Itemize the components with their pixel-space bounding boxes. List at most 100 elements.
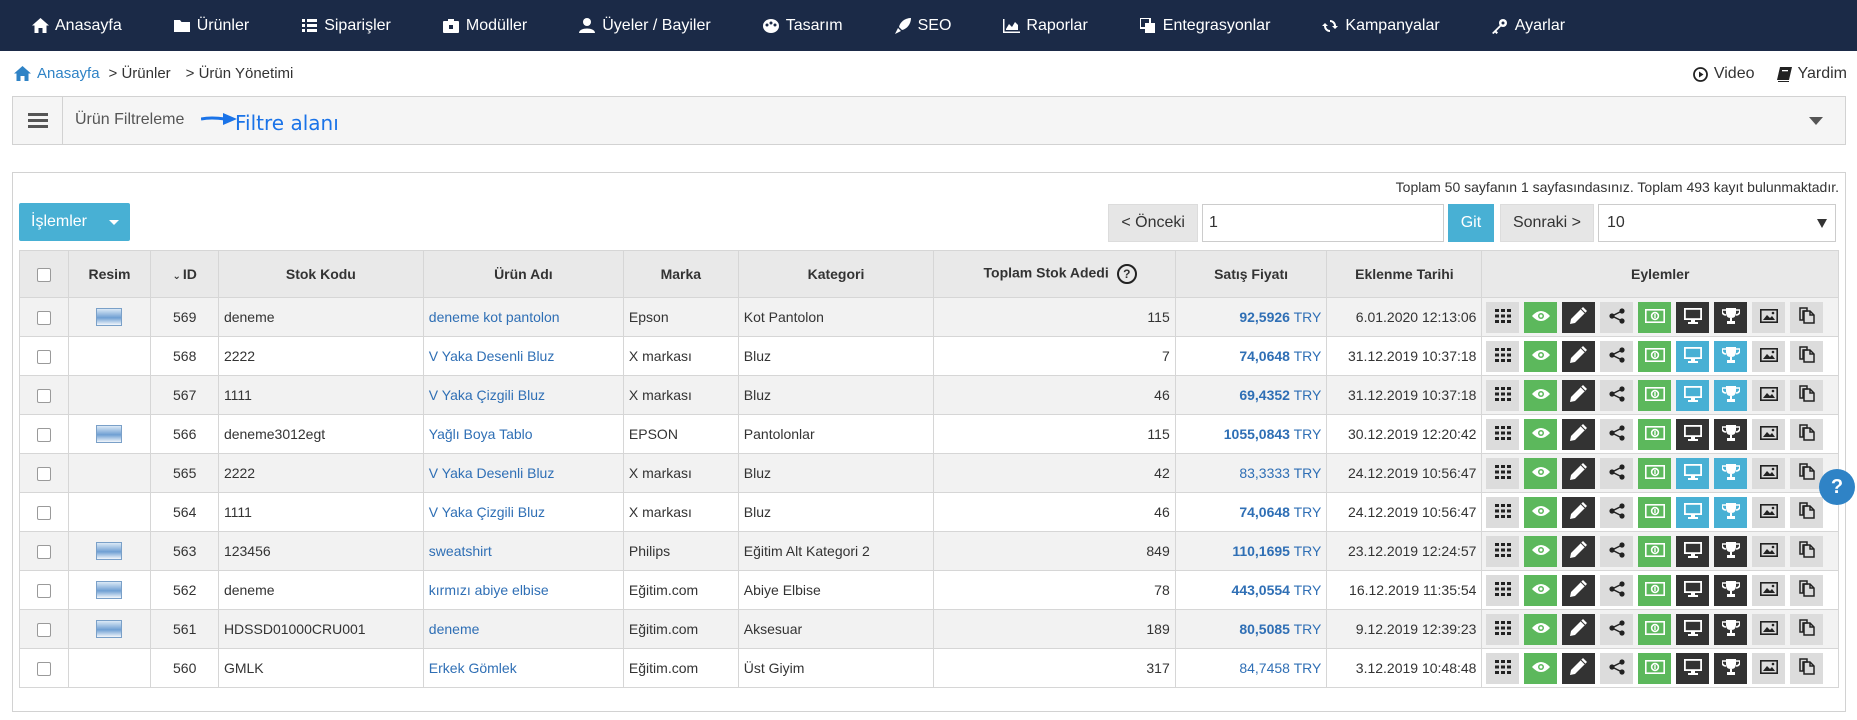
row-checkbox[interactable] [36, 545, 51, 560]
product-thumbnail[interactable] [96, 581, 123, 600]
images-button[interactable] [1752, 535, 1786, 567]
variants-button[interactable] [1486, 418, 1520, 450]
campaign-button[interactable] [1714, 496, 1748, 528]
duplicate-button[interactable] [1790, 379, 1824, 411]
product-name-link[interactable]: sweatshirt [429, 543, 492, 559]
showcase-button[interactable] [1676, 613, 1710, 645]
edit-button[interactable] [1562, 613, 1596, 645]
breadcrumb-level1[interactable]: > Ürünler [109, 65, 171, 82]
price-button[interactable] [1638, 652, 1672, 684]
edit-button[interactable] [1562, 535, 1596, 567]
share-button[interactable] [1600, 418, 1634, 450]
product-name-link[interactable]: deneme kot pantolon [429, 309, 560, 325]
video-link[interactable]: Video [1692, 65, 1755, 83]
nav-item-anasayfa[interactable]: Anasayfa [30, 17, 122, 35]
campaign-button[interactable] [1714, 301, 1748, 333]
product-thumbnail[interactable] [96, 542, 123, 561]
images-button[interactable] [1752, 574, 1786, 606]
variants-button[interactable] [1486, 613, 1520, 645]
duplicate-button[interactable] [1790, 496, 1824, 528]
col-category[interactable]: Kategori [737, 250, 935, 298]
preview-button[interactable] [1524, 496, 1558, 528]
edit-button[interactable] [1562, 418, 1596, 450]
product-name-link[interactable]: deneme [429, 621, 480, 637]
images-button[interactable] [1752, 418, 1786, 450]
duplicate-button[interactable] [1790, 301, 1824, 333]
product-thumbnail[interactable] [96, 308, 123, 327]
share-button[interactable] [1600, 457, 1634, 489]
showcase-button[interactable] [1676, 496, 1710, 528]
preview-button[interactable] [1524, 379, 1558, 411]
duplicate-button[interactable] [1790, 652, 1824, 684]
nav-item-raporlar[interactable]: Raporlar [1001, 17, 1088, 35]
variants-button[interactable] [1486, 652, 1520, 684]
row-checkbox[interactable] [36, 350, 51, 365]
col-id[interactable]: ⌄ ID [150, 250, 219, 298]
showcase-button[interactable] [1676, 652, 1710, 684]
chevron-down-icon[interactable] [1809, 117, 1823, 125]
row-checkbox[interactable] [36, 623, 51, 638]
nav-item-siparisler[interactable]: Siparişler [299, 17, 391, 35]
col-sku[interactable]: Stok Kodu [217, 250, 424, 298]
duplicate-button[interactable] [1790, 535, 1824, 567]
preview-button[interactable] [1524, 418, 1558, 450]
share-button[interactable] [1600, 574, 1634, 606]
price-button[interactable] [1638, 574, 1672, 606]
col-brand[interactable]: Marka [622, 250, 739, 298]
nav-item-entegrasyonlar[interactable]: Entegrasyonlar [1138, 17, 1270, 35]
images-button[interactable] [1752, 496, 1786, 528]
nav-item-ayarlar[interactable]: Ayarlar [1490, 17, 1565, 35]
breadcrumb-home[interactable]: Anasayfa [14, 65, 100, 82]
next-page-button[interactable]: Sonraki > [1499, 204, 1594, 242]
help-circle-icon[interactable]: ? [1116, 264, 1137, 284]
row-checkbox[interactable] [36, 662, 51, 677]
share-button[interactable] [1600, 613, 1634, 645]
images-button[interactable] [1752, 301, 1786, 333]
help-link[interactable]: Yardim [1776, 65, 1847, 83]
nav-item-moduller[interactable]: Modüller [441, 17, 527, 35]
edit-button[interactable] [1562, 457, 1596, 489]
nav-item-urunler[interactable]: Ürünler [172, 17, 249, 35]
product-name-link[interactable]: V Yaka Çizgili Bluz [429, 504, 545, 520]
price-button[interactable] [1638, 418, 1672, 450]
showcase-button[interactable] [1676, 574, 1710, 606]
nav-item-tasarim[interactable]: Tasarım [761, 17, 843, 35]
nav-item-uyeler[interactable]: Üyeler / Bayiler [577, 17, 711, 35]
col-date[interactable]: Eklenme Tarihi [1326, 250, 1483, 298]
images-button[interactable] [1752, 340, 1786, 372]
nav-item-seo[interactable]: SEO [893, 17, 951, 35]
campaign-button[interactable] [1714, 652, 1748, 684]
preview-button[interactable] [1524, 613, 1558, 645]
row-checkbox[interactable] [36, 467, 51, 482]
product-name-link[interactable]: V Yaka Desenli Bluz [429, 465, 555, 481]
price-button[interactable] [1638, 496, 1672, 528]
product-name-link[interactable]: kırmızı abiye elbise [429, 582, 549, 598]
preview-button[interactable] [1524, 301, 1558, 333]
images-button[interactable] [1752, 652, 1786, 684]
images-button[interactable] [1752, 379, 1786, 411]
preview-button[interactable] [1524, 535, 1558, 567]
variants-button[interactable] [1486, 301, 1520, 333]
variants-button[interactable] [1486, 496, 1520, 528]
edit-button[interactable] [1562, 379, 1596, 411]
edit-button[interactable] [1562, 652, 1596, 684]
row-checkbox[interactable] [36, 311, 51, 326]
product-thumbnail[interactable] [96, 620, 123, 639]
preview-button[interactable] [1524, 457, 1558, 489]
showcase-button[interactable] [1676, 535, 1710, 567]
filter-panel[interactable]: Ürün Filtreleme Filtre alanı [12, 96, 1846, 145]
row-checkbox[interactable] [36, 506, 51, 521]
row-checkbox[interactable] [36, 584, 51, 599]
price-button[interactable] [1638, 379, 1672, 411]
row-checkbox[interactable] [36, 428, 51, 443]
preview-button[interactable] [1524, 652, 1558, 684]
campaign-button[interactable] [1714, 340, 1748, 372]
help-bubble-icon[interactable]: ? [1819, 469, 1855, 505]
product-name-link[interactable]: V Yaka Desenli Bluz [429, 348, 555, 364]
edit-button[interactable] [1562, 301, 1596, 333]
product-name-link[interactable]: Yağlı Boya Tablo [429, 426, 533, 442]
price-button[interactable] [1638, 301, 1672, 333]
share-button[interactable] [1600, 496, 1634, 528]
images-button[interactable] [1752, 613, 1786, 645]
nav-item-kampanyalar[interactable]: Kampanyalar [1320, 17, 1440, 35]
